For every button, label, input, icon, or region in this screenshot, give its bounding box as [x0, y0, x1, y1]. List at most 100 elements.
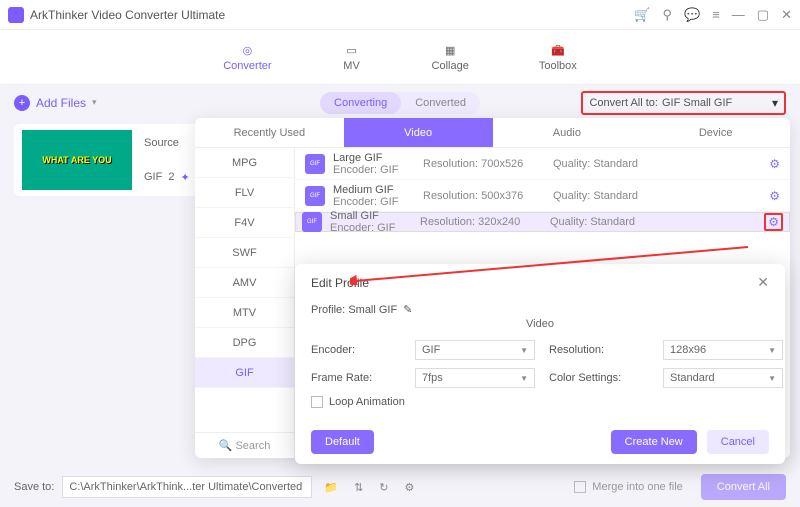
tab-label: Toolbox: [539, 60, 577, 72]
fmt-tab-audio[interactable]: Audio: [493, 118, 642, 147]
format-resolution: Resolution: 500x376: [423, 190, 553, 202]
chevron-down-icon: ▾: [772, 96, 778, 110]
fmt-cat[interactable]: MTV: [195, 298, 294, 328]
format-quality: Quality: Standard: [553, 190, 653, 202]
thumbnail[interactable]: WHAT ARE YOU: [22, 130, 132, 190]
key-icon[interactable]: ⚲: [662, 7, 672, 23]
encoder-select[interactable]: GIF ▼: [415, 340, 535, 360]
fmt-cat[interactable]: AMV: [195, 268, 294, 298]
profile-value: Small GIF: [348, 304, 397, 316]
gif-icon: GIF: [305, 186, 325, 206]
source-label: Source: [144, 137, 190, 149]
convert-all-label: Convert All to:: [589, 97, 657, 109]
feedback-icon[interactable]: 💬: [684, 7, 700, 23]
tab-collage[interactable]: ▦ Collage: [432, 30, 469, 84]
tab-label: MV: [343, 60, 360, 72]
gear-icon[interactable]: ⚙: [764, 213, 783, 231]
format-name: Large GIF: [333, 152, 418, 164]
loop-animation-checkbox[interactable]: Loop Animation: [311, 396, 769, 408]
format-row[interactable]: GIF Medium GIF Encoder: GIF Resolution: …: [295, 180, 790, 212]
star-icon[interactable]: ✦: [180, 171, 189, 184]
framerate-select[interactable]: 7fps▼: [415, 368, 535, 388]
collage-icon: ▦: [440, 42, 460, 58]
checkbox-icon: [574, 481, 586, 493]
tab-converter[interactable]: ◎ Converter: [223, 30, 271, 84]
tab-label: Converter: [223, 60, 271, 72]
app-logo: [8, 7, 24, 23]
create-new-button[interactable]: Create New: [611, 430, 697, 454]
chevron-down-icon: ▼: [520, 346, 528, 355]
add-files-label: Add Files: [36, 96, 86, 110]
tab-mv[interactable]: ▭ MV: [342, 30, 362, 84]
color-value: Standard: [670, 372, 715, 384]
format-search[interactable]: 🔍 Search: [195, 432, 294, 458]
fmt-cat[interactable]: FLV: [195, 178, 294, 208]
resolution-label: Resolution:: [549, 344, 649, 356]
save-path-value: C:\ArkThinker\ArkThink...ter Ultimate\Co…: [69, 481, 302, 493]
format-encoder: Encoder: GIF: [330, 222, 420, 234]
format-quality: Quality: Standard: [550, 216, 650, 228]
tab-toolbox[interactable]: 🧰 Toolbox: [539, 30, 577, 84]
format-name: Small GIF: [330, 210, 415, 222]
fmt-cat[interactable]: DPG: [195, 328, 294, 358]
close-icon[interactable]: ✕: [757, 274, 769, 291]
add-files-button[interactable]: + Add Files ▾: [14, 95, 97, 111]
converter-icon: ◎: [237, 42, 257, 58]
status-pills: Converting Converted: [320, 92, 480, 114]
gear-icon[interactable]: ⚙: [769, 157, 780, 171]
resolution-select[interactable]: 128x96 ▼: [663, 340, 783, 360]
item-count: 2: [168, 171, 174, 183]
format-resolution: Resolution: 700x526: [423, 158, 553, 170]
format-encoder: Encoder: GIF: [333, 196, 423, 208]
resolution-value: 128x96: [670, 344, 706, 356]
convert-all-button[interactable]: Convert All: [701, 474, 786, 500]
option-icon[interactable]: ↻: [375, 481, 392, 494]
color-select[interactable]: Standard ▼: [663, 368, 783, 388]
fmt-cat[interactable]: SWF: [195, 238, 294, 268]
convert-all-value: GIF Small GIF: [662, 97, 772, 109]
option-icon[interactable]: ⚙: [401, 481, 419, 494]
folder-icon[interactable]: 📁: [320, 481, 342, 494]
save-to-label: Save to:: [14, 481, 54, 493]
gear-icon[interactable]: ⚙: [769, 189, 780, 203]
app-title: ArkThinker Video Converter Ultimate: [30, 8, 634, 22]
maximize-icon[interactable]: ▢: [757, 7, 769, 23]
pill-converted[interactable]: Converted: [401, 92, 480, 114]
save-path-field[interactable]: C:\ArkThinker\ArkThink...ter Ultimate\Co…: [62, 476, 312, 498]
format-badge: GIF: [144, 171, 162, 183]
merge-checkbox[interactable]: Merge into one file: [574, 481, 683, 493]
section-video: Video: [311, 318, 769, 330]
toolbox-icon: 🧰: [548, 42, 568, 58]
format-encoder: Encoder: GIF: [333, 164, 423, 176]
option-icon[interactable]: ⇅: [350, 481, 367, 494]
framerate-label: Frame Rate:: [311, 372, 401, 384]
format-quality: Quality: Standard: [553, 158, 653, 170]
search-icon: 🔍: [219, 439, 233, 452]
format-row-selected[interactable]: GIF Small GIF Encoder: GIF Resolution: 3…: [295, 212, 790, 232]
default-button[interactable]: Default: [311, 430, 374, 454]
gif-icon: GIF: [302, 212, 322, 232]
fmt-cat[interactable]: F4V: [195, 208, 294, 238]
fmt-cat[interactable]: MPG: [195, 148, 294, 178]
merge-label: Merge into one file: [592, 481, 683, 493]
fmt-tab-video[interactable]: Video: [344, 118, 493, 147]
encoder-value: GIF: [422, 344, 440, 356]
framerate-value: 7fps: [422, 372, 443, 384]
cart-icon[interactable]: 🛒: [634, 7, 650, 23]
menu-icon[interactable]: ≡: [712, 7, 720, 23]
chevron-down-icon: ▼: [768, 374, 776, 383]
pill-converting[interactable]: Converting: [320, 92, 401, 114]
plus-icon: +: [14, 95, 30, 111]
cancel-button[interactable]: Cancel: [707, 430, 769, 454]
convert-all-dropdown[interactable]: Convert All to: GIF Small GIF ▾: [581, 91, 786, 115]
format-row[interactable]: GIF Large GIF Encoder: GIF Resolution: 7…: [295, 148, 790, 180]
chevron-down-icon: ▼: [768, 346, 776, 355]
profile-label: Profile:: [311, 304, 345, 316]
fmt-tab-device[interactable]: Device: [641, 118, 790, 147]
minimize-icon[interactable]: —: [732, 7, 745, 23]
chevron-down-icon: ▾: [92, 97, 97, 108]
pencil-icon[interactable]: ✎: [403, 303, 412, 316]
fmt-cat[interactable]: GIF: [195, 358, 294, 388]
fmt-tab-recent[interactable]: Recently Used: [195, 118, 344, 147]
close-icon[interactable]: ✕: [781, 7, 792, 23]
